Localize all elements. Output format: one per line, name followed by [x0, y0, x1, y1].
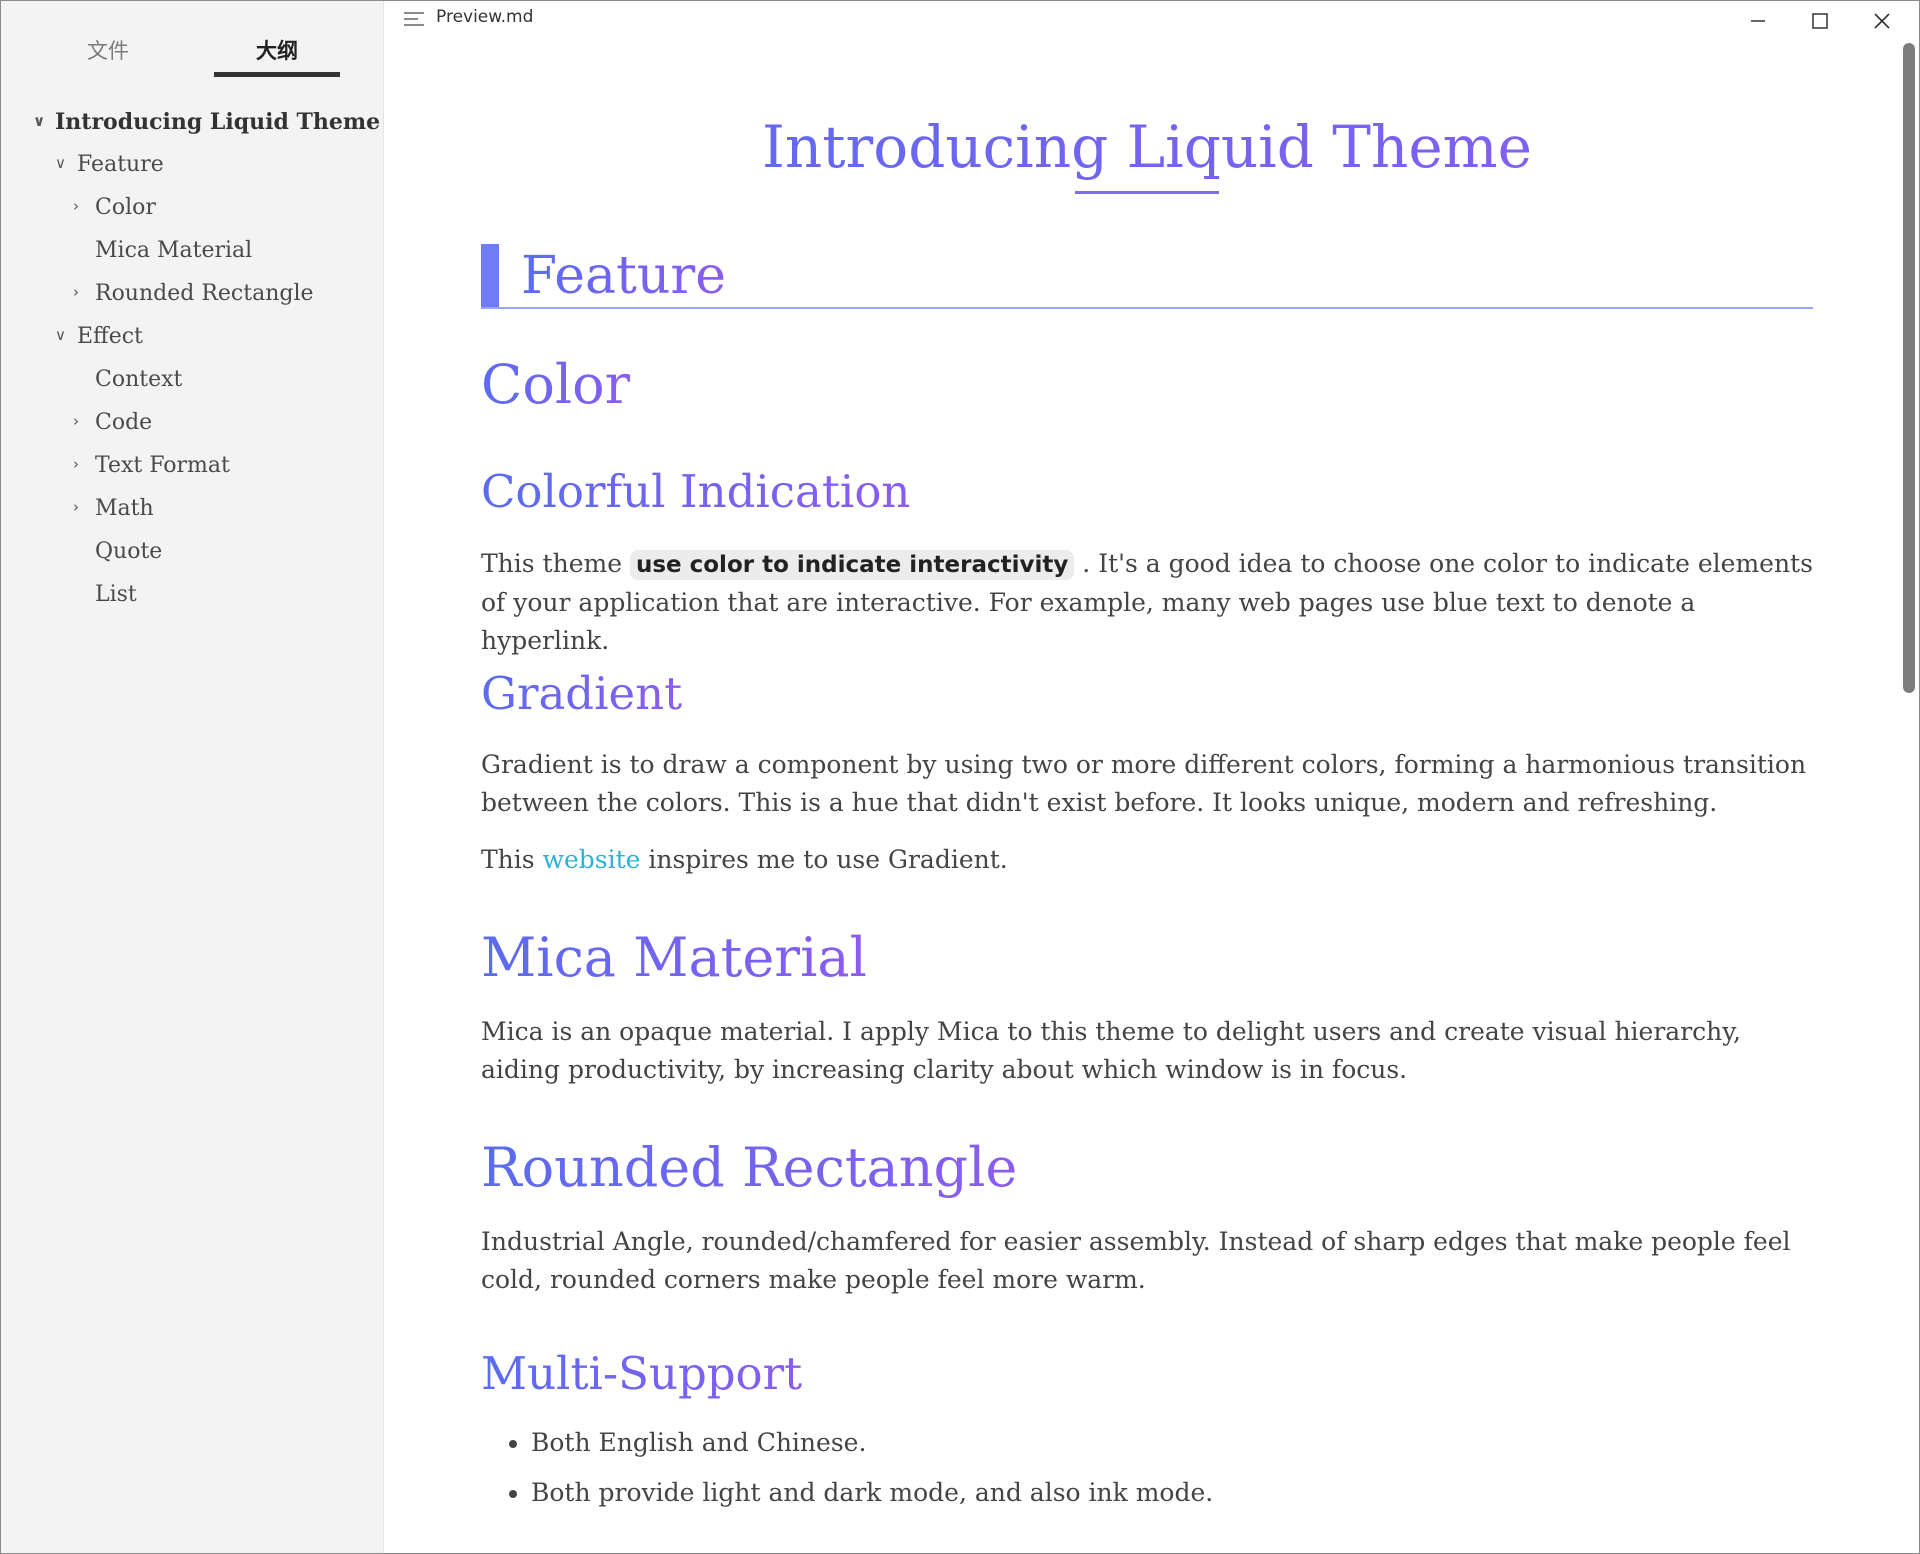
heading-feature: Feature — [521, 246, 727, 306]
inline-code: use color to indicate interactivity — [629, 550, 1075, 580]
sidebar: 文件 大纲 ∨ Introducing Liquid Theme ∨ Feature… — [1, 1, 384, 1553]
heading-colorful-indication: Colorful Indication — [481, 465, 911, 518]
paragraph-rounded: Industrial Angle, rounded/chamfered for … — [481, 1227, 1791, 1294]
heading-divider — [481, 307, 1813, 309]
close-button[interactable] — [1851, 1, 1913, 37]
outline-item-color[interactable]: › Color — [73, 195, 156, 235]
paragraph-mica: Mica is an opaque material. I apply Mica… — [481, 1017, 1741, 1084]
tab-outline[interactable]: 大纲 — [214, 35, 340, 65]
outline-item-label: List — [95, 582, 137, 607]
outline-item-text-format[interactable]: › Text Format — [73, 453, 230, 493]
heading-gradient: Gradient — [481, 667, 683, 720]
chevron-right-icon: › — [73, 283, 79, 301]
outline-item-list[interactable]: List — [73, 582, 137, 622]
heading-color: Color — [481, 353, 631, 416]
maximize-button[interactable] — [1789, 1, 1851, 37]
heading-mica-material: Mica Material — [481, 926, 867, 989]
list-item: Both English and Chinese. — [531, 1421, 1213, 1471]
paragraph-text: inspires me to use Gradient. — [640, 845, 1008, 874]
paragraph-colorful: This theme use color to indicate interac… — [481, 545, 1813, 660]
menu-lines-icon[interactable] — [404, 12, 424, 26]
paragraph-text: This — [481, 845, 543, 874]
chevron-right-icon: › — [73, 412, 79, 430]
chevron-down-icon: ∨ — [33, 112, 46, 130]
minimize-icon — [1751, 20, 1765, 22]
tab-files[interactable]: 文件 — [45, 35, 171, 65]
outline-item-label: Introducing Liquid Theme — [55, 109, 381, 135]
outline-item-label: Quote — [95, 539, 163, 564]
outline-item-label: Color — [95, 195, 156, 220]
close-icon — [1874, 13, 1890, 29]
heading-rounded-rectangle: Rounded Rectangle — [481, 1136, 1018, 1199]
list-item: Both provide light and dark mode, and al… — [531, 1471, 1213, 1521]
active-tab-indicator — [214, 72, 340, 77]
outline-item-introducing[interactable]: ∨ Introducing Liquid Theme — [33, 109, 380, 149]
maximize-icon — [1812, 13, 1828, 29]
bullet-list: Both English and Chinese. Both provide l… — [481, 1421, 1213, 1521]
outline-item-label: Math — [95, 496, 154, 521]
outline-item-label: Context — [95, 367, 183, 392]
title-underline — [1075, 191, 1219, 194]
outline-item-label: Text Format — [95, 453, 230, 478]
outline-item-effect[interactable]: ∨ Effect — [55, 324, 143, 364]
paragraph-text: This theme — [481, 549, 630, 578]
sidebar-tabs: 文件 大纲 — [1, 1, 383, 81]
outline-item-rounded[interactable]: › Rounded Rectangle — [73, 281, 314, 321]
outline-item-context[interactable]: Context — [73, 367, 182, 407]
paragraph-website: This website inspires me to use Gradient… — [481, 841, 1813, 879]
document-title: Preview.md — [436, 7, 534, 27]
outline-item-label: Effect — [77, 324, 143, 349]
outline-item-quote[interactable]: Quote — [73, 539, 162, 579]
chevron-right-icon: › — [73, 498, 79, 516]
website-link[interactable]: website — [543, 845, 641, 874]
outline-item-label: Code — [95, 410, 153, 435]
outline-item-label: Mica Material — [95, 238, 253, 263]
chevron-right-icon: › — [73, 197, 79, 215]
paragraph-gradient: Gradient is to draw a component by using… — [481, 750, 1807, 817]
app-window: 文件 大纲 ∨ Introducing Liquid Theme ∨ Feature… — [0, 0, 1920, 1554]
outline-item-label: Feature — [77, 152, 164, 177]
minimize-button[interactable] — [1727, 1, 1789, 37]
outline-item-label: Rounded Rectangle — [95, 281, 314, 306]
outline-item-feature[interactable]: ∨ Feature — [55, 152, 164, 192]
heading-accent-bar — [481, 244, 499, 308]
outline-item-mica[interactable]: Mica Material — [73, 238, 252, 278]
outline-item-code[interactable]: › Code — [73, 410, 152, 450]
chevron-down-icon: ∨ — [55, 326, 66, 344]
heading-multi-support: Multi-Support — [481, 1347, 803, 1400]
title-bar: Preview.md — [384, 1, 1919, 37]
document-heading: Introducing Liquid Theme — [481, 113, 1813, 181]
chevron-down-icon: ∨ — [55, 154, 66, 172]
chevron-right-icon: › — [73, 455, 79, 473]
scrollbar-thumb[interactable] — [1903, 43, 1915, 693]
outline-item-math[interactable]: › Math — [73, 496, 154, 536]
